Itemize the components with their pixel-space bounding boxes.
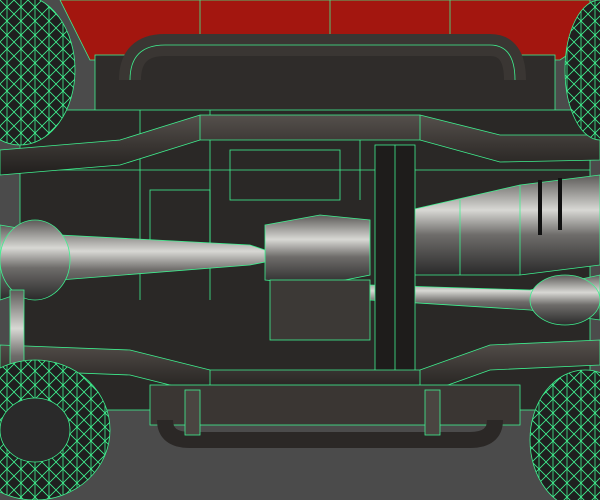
center-crossmember bbox=[374, 144, 416, 376]
3d-viewport[interactable] bbox=[0, 0, 600, 500]
transfer-case bbox=[264, 214, 371, 341]
vehicle-underside-wireframe-render bbox=[0, 0, 600, 500]
